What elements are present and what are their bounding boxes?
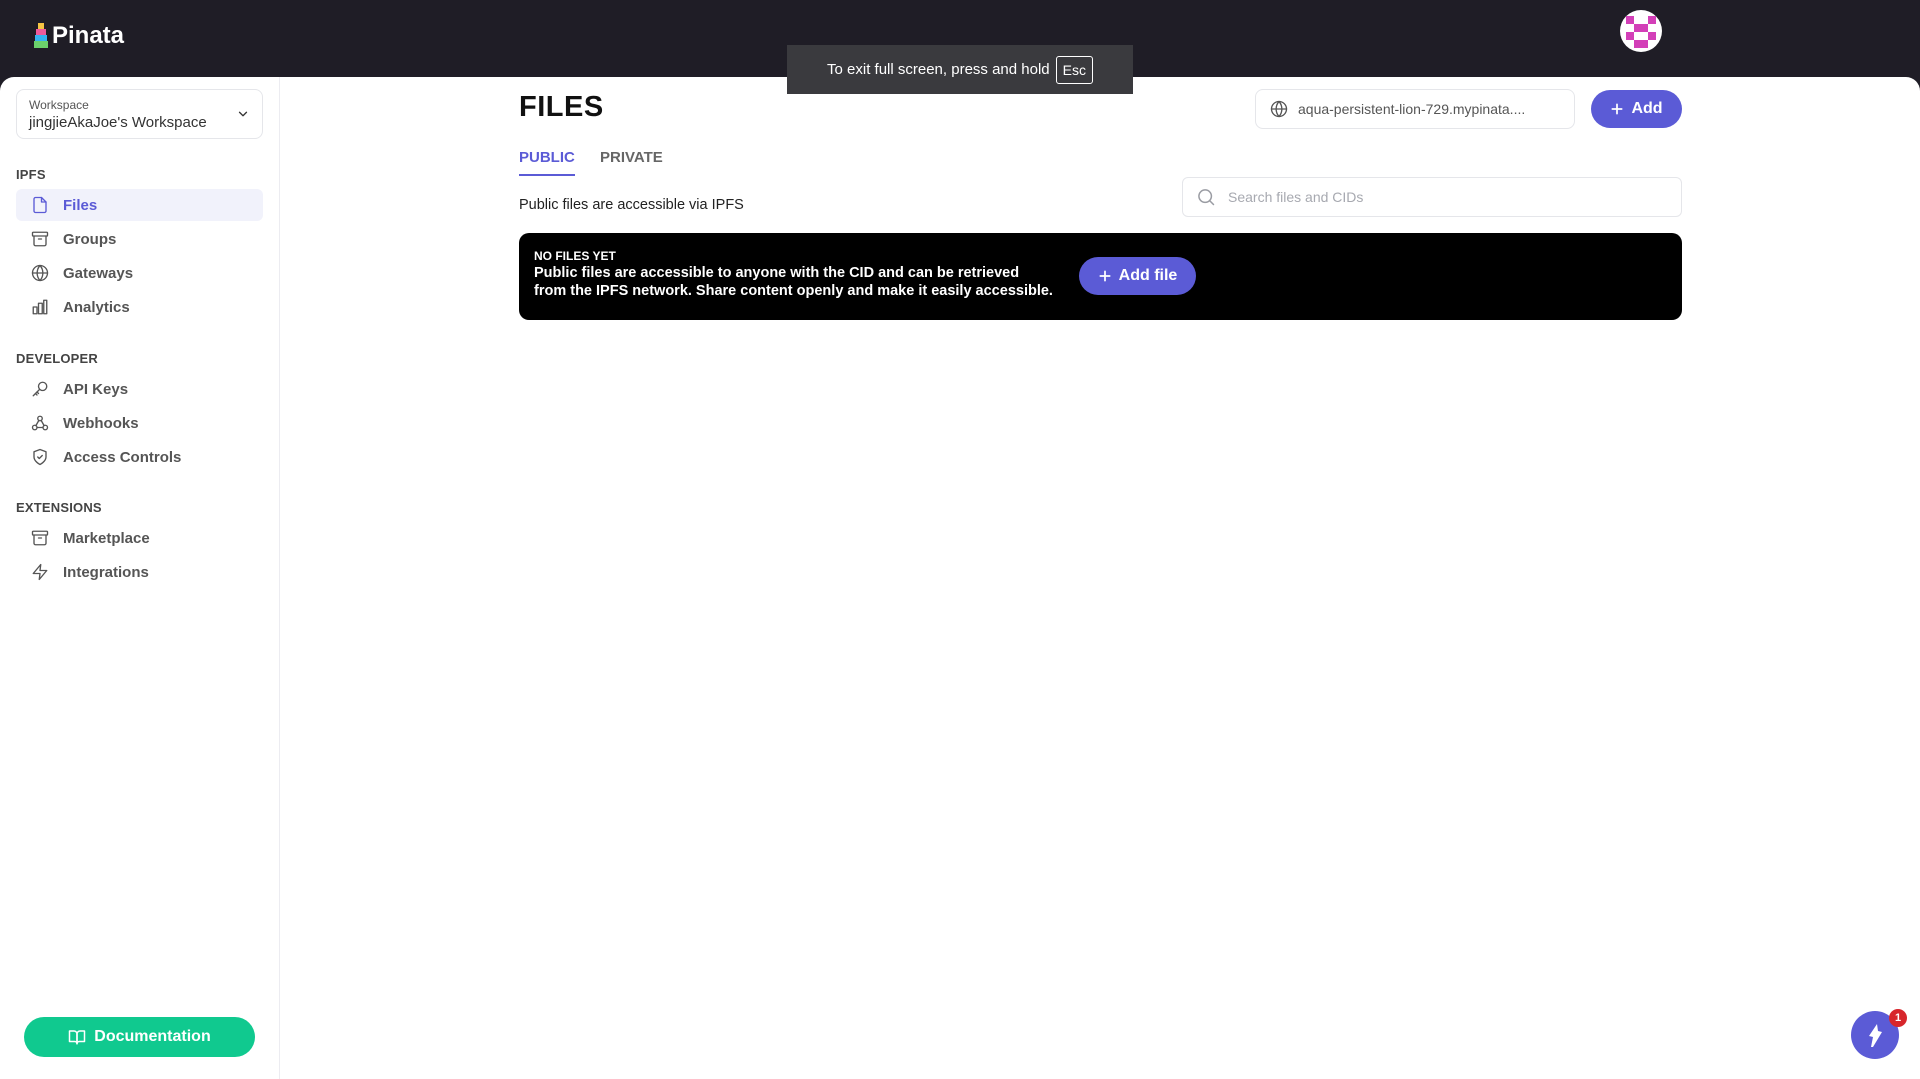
- book-open-icon: [69, 1030, 86, 1045]
- section-title-developer: DEVELOPER: [16, 351, 98, 366]
- empty-state-title: NO FILES YET: [534, 249, 616, 263]
- empty-state-text: Public files are accessible to anyone wi…: [534, 265, 1053, 299]
- add-button[interactable]: Add: [1591, 90, 1682, 128]
- add-button-label: Add: [1631, 100, 1663, 117]
- workspace-label: Workspace: [29, 98, 89, 112]
- section-title-extensions: EXTENSIONS: [16, 500, 102, 515]
- sidebar-item-webhooks[interactable]: Webhooks: [16, 407, 263, 439]
- workspace-value: jingjieAkaJoe's Workspace: [29, 114, 207, 131]
- search-icon: [1198, 189, 1215, 206]
- sidebar-item-label: Gateways: [63, 264, 134, 282]
- workspace-select[interactable]: Workspace jingjieAkaJoe's Workspace: [16, 89, 263, 139]
- tab-public[interactable]: PUBLIC: [519, 149, 575, 176]
- user-avatar[interactable]: [1620, 10, 1662, 52]
- esc-key-hint: Esc: [1055, 55, 1093, 84]
- add-file-button[interactable]: Add file: [1079, 257, 1196, 295]
- sidebar-item-label: Marketplace: [63, 529, 150, 547]
- sidebar: Workspace jingjieAkaJoe's Workspace IPFS…: [0, 77, 280, 1079]
- archive-icon: [31, 231, 49, 247]
- search-box[interactable]: [1182, 177, 1682, 217]
- files-subtitle: Public files are accessible via IPFS: [519, 197, 744, 213]
- pinata-logo[interactable]: Pinata: [34, 22, 124, 50]
- globe-icon: [31, 264, 49, 282]
- sidebar-item-integrations[interactable]: Integrations: [16, 556, 263, 588]
- chevron-down-icon: [238, 111, 248, 117]
- zap-icon: [32, 563, 48, 581]
- bar-chart-icon: [32, 299, 48, 315]
- documentation-label: Documentation: [94, 1028, 211, 1045]
- plus-icon: [1611, 103, 1623, 115]
- sidebar-item-api-keys[interactable]: API Keys: [16, 373, 263, 405]
- shield-check-icon: [33, 448, 47, 466]
- pinata-logo-icon: [34, 23, 48, 49]
- sidebar-item-access-controls[interactable]: Access Controls: [16, 441, 263, 473]
- add-file-label: Add file: [1118, 267, 1178, 284]
- fullscreen-toast-text: To exit full screen, press and hold: [827, 61, 1050, 78]
- sidebar-item-label: Access Controls: [63, 448, 182, 466]
- key-icon: [32, 381, 48, 397]
- webhook-icon: [31, 415, 49, 431]
- globe-icon: [1270, 100, 1288, 118]
- gateway-selector[interactable]: aqua-persistent-lion-729.mypinata....: [1255, 89, 1575, 129]
- fullscreen-exit-toast: To exit full screen, press and hold Esc: [787, 45, 1133, 94]
- sidebar-item-label: API Keys: [63, 380, 129, 398]
- sidebar-item-files[interactable]: Files: [16, 189, 263, 221]
- page-title: FILES: [519, 91, 604, 123]
- chat-bot-icon: [1869, 1024, 1882, 1047]
- sidebar-item-analytics[interactable]: Analytics: [16, 291, 263, 323]
- empty-state-card: NO FILES YET Public files are accessible…: [519, 233, 1682, 320]
- plus-icon: [1099, 270, 1111, 282]
- sidebar-item-label: Webhooks: [63, 414, 139, 432]
- notification-badge: 1: [1889, 1009, 1907, 1027]
- documentation-button[interactable]: Documentation: [24, 1017, 255, 1057]
- sidebar-item-marketplace[interactable]: Marketplace: [16, 522, 263, 554]
- brand-name: Pinata: [52, 22, 125, 49]
- sidebar-item-label: Files: [63, 196, 98, 214]
- sidebar-item-groups[interactable]: Groups: [16, 223, 263, 255]
- sidebar-item-label: Integrations: [63, 563, 149, 581]
- tab-private[interactable]: PRIVATE: [600, 149, 663, 174]
- sidebar-item-label: Analytics: [63, 298, 130, 316]
- section-title-ipfs: IPFS: [16, 167, 46, 182]
- sidebar-item-label: Groups: [63, 230, 117, 248]
- archive-icon: [31, 530, 49, 546]
- search-input[interactable]: [1228, 189, 1658, 205]
- main-panel: Workspace jingjieAkaJoe's Workspace IPFS…: [0, 77, 1920, 1079]
- sidebar-item-gateways[interactable]: Gateways: [16, 257, 263, 289]
- file-icon: [33, 196, 47, 214]
- gateway-url: aqua-persistent-lion-729.mypinata....: [1298, 101, 1526, 117]
